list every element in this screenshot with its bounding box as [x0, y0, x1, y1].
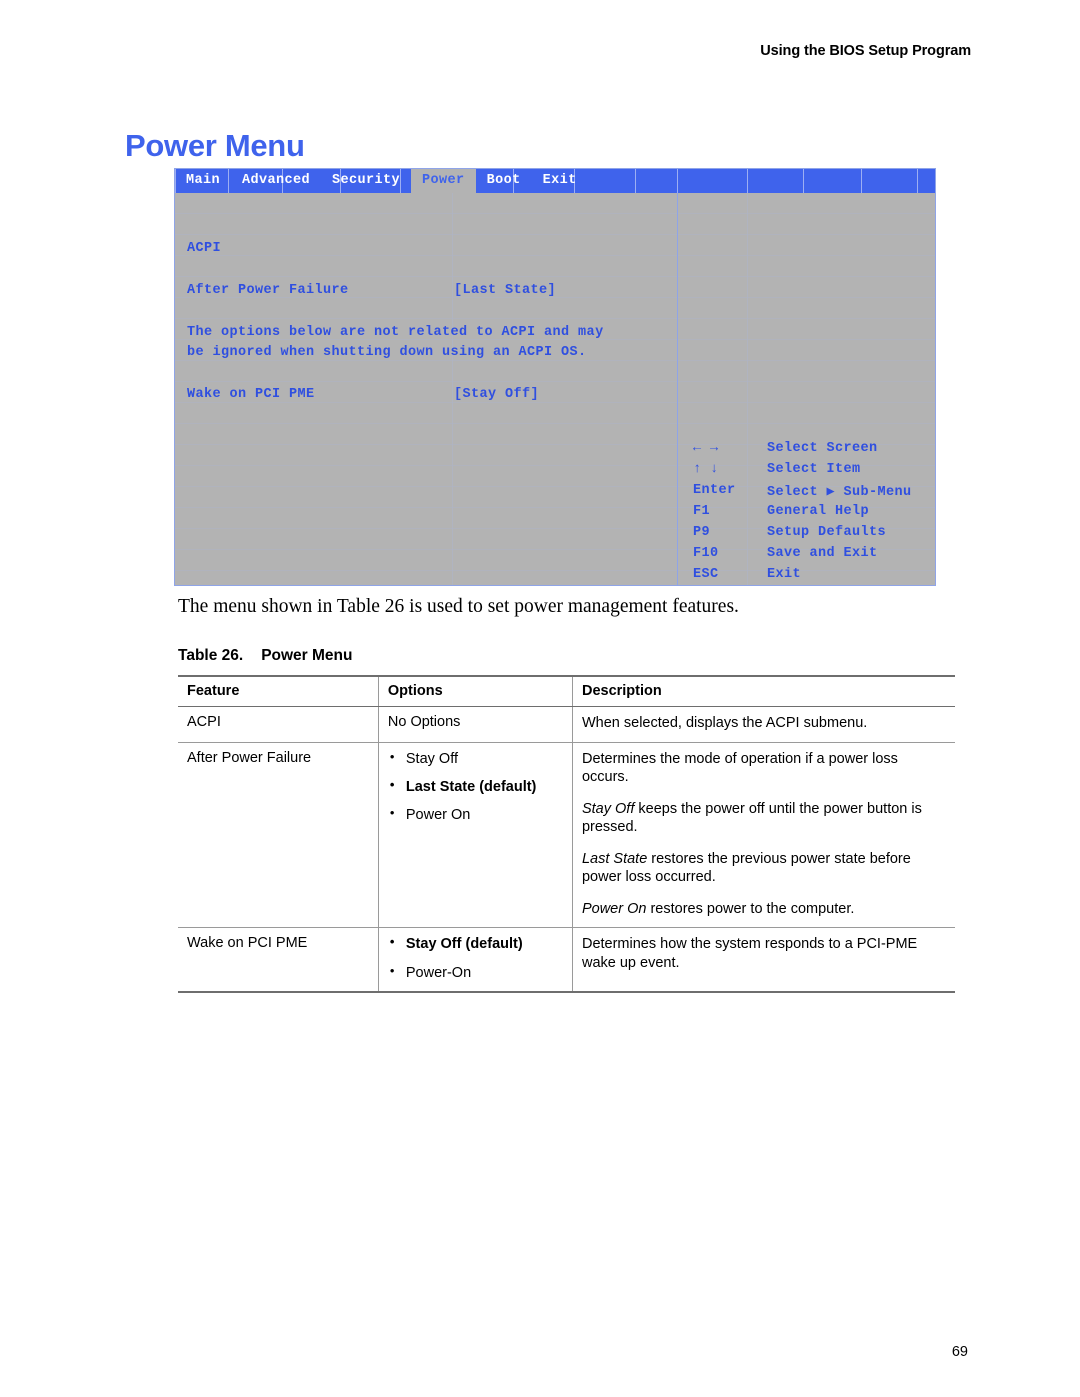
bios-tab-main[interactable]: Main — [175, 169, 231, 193]
table-head: Feature Options Description — [178, 675, 955, 707]
table-body: ACPI No Options When selected, displays th… — [178, 706, 955, 992]
description-term: Last State — [581, 850, 648, 867]
option-list: Stay Off (default) Power-On — [388, 934, 563, 982]
cell-options: No Options — [377, 706, 573, 743]
description-text: Determines how the system responds to a … — [581, 936, 918, 971]
bios-help-action: Select ▶ Sub-Menu — [767, 485, 912, 500]
bios-tab-power[interactable]: Power — [411, 169, 476, 193]
cell-description: Determines the mode of operation if a po… — [571, 742, 955, 928]
table-caption: Table 26. Power Menu — [178, 647, 352, 665]
option-item: Power On — [388, 805, 563, 824]
bios-help-action: Setup Defaults — [767, 525, 887, 540]
bios-help-action: General Help — [767, 504, 870, 519]
bios-help-action: Select Screen — [767, 441, 878, 456]
bios-help-row: P9 Setup Defaults — [685, 525, 935, 546]
bios-help-key: Enter — [693, 483, 736, 498]
description-term: Stay Off — [581, 800, 635, 817]
description-term: Power On — [581, 900, 647, 917]
option-item: Stay Off — [388, 749, 563, 768]
bios-item-after-power-failure[interactable]: After Power Failure — [187, 283, 349, 298]
bios-help-row: F10 Save and Exit — [685, 546, 935, 567]
description-text: When selected, displays the ACPI submenu… — [581, 715, 868, 731]
cell-description: When selected, displays the ACPI submenu… — [571, 706, 955, 743]
table-header-row: Feature Options Description — [178, 675, 955, 707]
bios-help-key: ESC — [693, 567, 719, 582]
description-paragraph: Power On restores power to the computer. — [582, 900, 946, 919]
bios-help-row: ← → Select Screen — [685, 441, 935, 462]
column-header-options: Options — [377, 675, 573, 707]
bios-column-divider-2 — [677, 193, 678, 585]
column-header-description: Description — [571, 675, 955, 707]
table-row: Wake on PCI PME Stay Off (default) Power-O… — [178, 927, 955, 992]
bios-value-wake-on-pci-pme[interactable]: [Stay Off] — [454, 387, 539, 402]
cell-feature: Wake on PCI PME — [187, 935, 308, 952]
bios-help-action: Select Item — [767, 462, 861, 477]
bios-menu-bar: Main Advanced Security Power Boot Exit — [175, 169, 935, 193]
bios-help-action: Exit — [767, 567, 802, 582]
description-paragraph: Last State restores the previous power s… — [582, 850, 946, 887]
bios-item-acpi[interactable]: ACPI — [187, 241, 221, 256]
bios-column-divider-1 — [452, 193, 453, 585]
running-header: Using the BIOS Setup Program — [760, 43, 971, 59]
power-menu-table: Feature Options Description ACPI No Optio… — [178, 675, 955, 993]
bios-help-action: Save and Exit — [767, 546, 878, 561]
page-title: Power Menu — [125, 128, 305, 163]
intro-paragraph: The menu shown in Table 26 is used to se… — [178, 596, 739, 617]
cell-description: Determines how the system responds to a … — [571, 927, 955, 992]
column-header-feature: Feature — [178, 675, 379, 707]
bios-help-key: ← → — [693, 441, 719, 456]
table-row: ACPI No Options When selected, displays th… — [178, 706, 955, 743]
description-paragraph: Determines how the system responds to a … — [582, 935, 946, 972]
cell-feature: ACPI — [187, 714, 221, 730]
bios-tab-security[interactable]: Security — [321, 169, 411, 193]
bios-note-line-2: be ignored when shutting down using an A… — [187, 345, 587, 360]
bios-body: ACPI After Power Failure [Last State] Th… — [175, 193, 935, 585]
bios-tab-boot[interactable]: Boot — [476, 169, 532, 193]
cell-options: Stay Off (default) Power-On — [377, 927, 573, 992]
bios-help-key: F1 — [693, 504, 711, 519]
option-item: Power-On — [388, 962, 563, 982]
table-caption-number: Table 26. — [178, 647, 244, 664]
page-number: 69 — [951, 1344, 968, 1360]
bios-help-row: ESC Exit — [685, 567, 935, 588]
description-paragraph: When selected, displays the ACPI submenu… — [582, 714, 946, 733]
bios-tab-advanced[interactable]: Advanced — [231, 169, 321, 193]
bios-setup-screenshot: Main Advanced Security Power Boot Exit ACPI A… — [174, 168, 936, 586]
bios-help-row: Enter Select ▶ Sub-Menu — [685, 483, 935, 504]
bios-help-row: F1 General Help — [685, 504, 935, 525]
description-text: Determines the mode of operation if a po… — [581, 750, 898, 786]
bios-help-row: ↑ ↓ Select Item — [685, 462, 935, 483]
bios-tab-exit[interactable]: Exit — [532, 169, 588, 193]
bios-help-key: ↑ ↓ — [693, 462, 719, 477]
bios-item-wake-on-pci-pme[interactable]: Wake on PCI PME — [187, 387, 315, 402]
option-item: Stay Off (default) — [388, 934, 563, 953]
option-text: No Options — [387, 714, 461, 730]
bios-help-key: F10 — [693, 546, 719, 561]
option-list: Stay Off Last State (default) Power On — [388, 749, 563, 824]
table-caption-title: Power Menu — [261, 647, 353, 664]
cell-feature: After Power Failure — [187, 749, 312, 766]
cell-options: Stay Off Last State (default) Power On — [377, 742, 573, 928]
description-text: restores power to the computer. — [646, 900, 855, 917]
bios-value-after-power-failure[interactable]: [Last State] — [454, 283, 556, 298]
table-row: After Power Failure Stay Off Last State (d… — [178, 742, 955, 928]
description-paragraph: Stay Off keeps the power off until the p… — [582, 800, 946, 837]
description-paragraph: Determines the mode of operation if a po… — [582, 750, 946, 787]
bios-help-key: P9 — [693, 525, 711, 540]
option-item: Last State (default) — [388, 777, 563, 796]
bios-note-line-1: The options below are not related to ACP… — [187, 325, 604, 340]
